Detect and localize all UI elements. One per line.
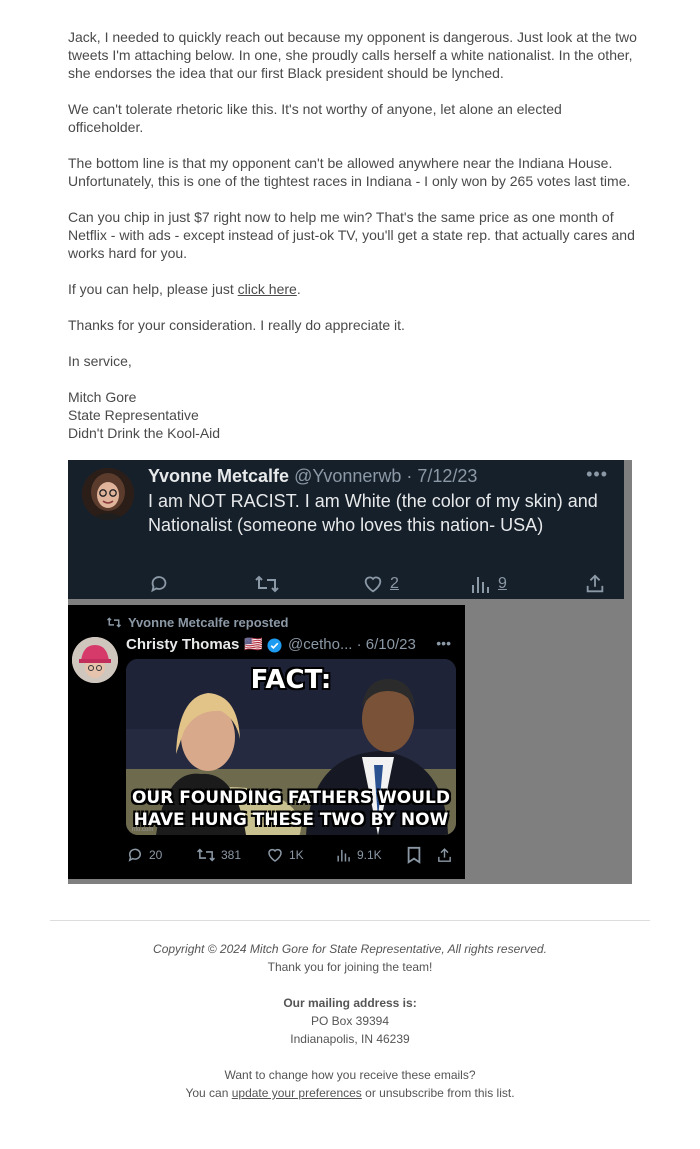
author-name[interactable]: Christy Thomas xyxy=(126,635,239,655)
author-name[interactable]: Yvonne Metcalfe xyxy=(148,466,289,486)
views-count: 9.1K xyxy=(357,848,382,862)
reply-button[interactable]: 20 xyxy=(126,845,162,865)
change-text: Want to change how you receive these ema… xyxy=(224,1068,476,1082)
mailing-label: Our mailing address is: xyxy=(283,996,417,1010)
reply-icon xyxy=(128,848,141,862)
paragraph-2: We can't tolerate rhetoric like this. It… xyxy=(68,101,562,135)
paragraph-1: Jack, I needed to quickly reach out beca… xyxy=(68,29,637,81)
heart-icon xyxy=(268,848,282,862)
more-icon[interactable]: ••• xyxy=(586,464,608,485)
share-button[interactable] xyxy=(436,845,453,865)
tweet-header: Christy Thomas 🇺🇸 @cetho... · 6/10/23 xyxy=(126,635,416,655)
avatar xyxy=(82,468,134,520)
like-count: 2 xyxy=(390,575,399,592)
repost-icon xyxy=(196,848,216,862)
tweet-yvonne: Yvonne Metcalfe @Yvonnerwb · 7/12/23 •••… xyxy=(68,460,624,599)
tweet-header: Yvonne Metcalfe @Yvonnerwb · 7/12/23 xyxy=(148,464,477,488)
repost-count: 381 xyxy=(221,848,242,862)
reply-icon xyxy=(151,576,167,593)
like-count: 1K xyxy=(289,848,304,862)
tweet-christy: Yvonne Metcalfe reposted Christy Thomas … xyxy=(68,605,465,879)
signature: Mitch Gore State Representative Didn't D… xyxy=(68,388,638,442)
views-icon xyxy=(472,577,489,593)
closing: In service, xyxy=(68,353,132,369)
copyright: Copyright © 2024 Mitch Gore for State Re… xyxy=(153,942,547,956)
meme-top-caption: FACT: xyxy=(250,665,332,695)
more-icon[interactable]: ••• xyxy=(436,635,451,651)
repost-button[interactable]: 381 xyxy=(196,845,241,865)
update-preferences-link[interactable]: update your preferences xyxy=(232,1086,362,1100)
you-can-text: You can xyxy=(185,1086,232,1100)
help-paragraph: If you can help, please just click here. xyxy=(68,280,638,298)
help-suffix: . xyxy=(296,281,301,297)
signature-title: State Representative xyxy=(68,407,199,423)
views-button[interactable]: 9 xyxy=(470,572,507,596)
share-icon xyxy=(438,847,451,862)
bookmark-icon xyxy=(407,846,421,864)
paragraph-3: The bottom line is that my opponent can'… xyxy=(68,155,631,189)
bookmark-button[interactable] xyxy=(406,845,422,865)
repost-button[interactable] xyxy=(254,572,280,596)
unsubscribe-text: or unsubscribe from this list. xyxy=(361,1086,515,1100)
views-count: 9 xyxy=(498,575,507,592)
tweet-text: I am NOT RACIST. I am White (the color o… xyxy=(148,491,598,535)
signature-name: Mitch Gore xyxy=(68,389,137,405)
avatar xyxy=(72,637,118,683)
repost-indicator: Yvonne Metcalfe reposted xyxy=(106,615,288,630)
thanks-paragraph: Thanks for your consideration. I really … xyxy=(68,317,405,333)
repost-icon xyxy=(255,575,279,593)
heart-icon xyxy=(364,576,382,593)
email-footer: Copyright © 2024 Mitch Gore for State Re… xyxy=(50,940,650,1102)
meme-bottom-line-1: OUR FOUNDING FATHERS WOULD xyxy=(131,788,451,808)
click-here-link[interactable]: click here xyxy=(238,281,297,297)
paragraph-4: Can you chip in just $7 right now to hel… xyxy=(68,209,635,261)
reposted-by: Yvonne Metcalfe reposted xyxy=(128,615,289,630)
address-line-2: Indianapolis, IN 46239 xyxy=(290,1032,410,1046)
meme-bottom-line-2: HAVE HUNG THESE TWO BY NOW xyxy=(133,810,449,830)
meme-bottom-caption: OUR FOUNDING FATHERS WOULD HAVE HUNG THE… xyxy=(126,787,456,831)
footer-thanks: Thank you for joining the team! xyxy=(267,960,433,974)
email-body: Jack, I needed to quickly reach out beca… xyxy=(68,28,638,442)
share-button[interactable] xyxy=(584,572,606,596)
signature-tagline: Didn't Drink the Kool-Aid xyxy=(68,425,221,441)
verified-badge-icon xyxy=(267,637,282,653)
tweet-actions: 20 381 1K 9.1K xyxy=(126,845,456,865)
help-prefix: If you can help, please just xyxy=(68,281,238,297)
repost-icon xyxy=(106,617,122,628)
author-handle-date: @Yvonnerwb · 7/12/23 xyxy=(294,466,478,486)
share-icon xyxy=(586,574,604,593)
footer-divider xyxy=(50,920,650,921)
tweet-actions: 2 9 xyxy=(148,572,610,596)
views-icon xyxy=(337,849,350,862)
like-button[interactable]: 2 xyxy=(362,572,399,596)
author-handle-date: @cetho... · 6/10/23 xyxy=(288,636,416,653)
tweets-screenshot: Yvonne Metcalfe @Yvonnerwb · 7/12/23 •••… xyxy=(68,460,632,884)
views-button[interactable]: 9.1K xyxy=(336,845,382,865)
preferences-line: You can update your preferences or unsub… xyxy=(50,1084,650,1102)
address-line-1: PO Box 39394 xyxy=(310,1014,390,1028)
reply-button[interactable] xyxy=(148,572,170,596)
meme-image[interactable]: FACT: OUR FOUNDING FATHERS WOULD HAVE HU… xyxy=(126,659,456,835)
like-button[interactable]: 1K xyxy=(266,845,304,865)
us-flag-icon: 🇺🇸 xyxy=(244,636,264,653)
meme-credit: nfo.com xyxy=(132,827,154,833)
reply-count: 20 xyxy=(149,848,163,862)
